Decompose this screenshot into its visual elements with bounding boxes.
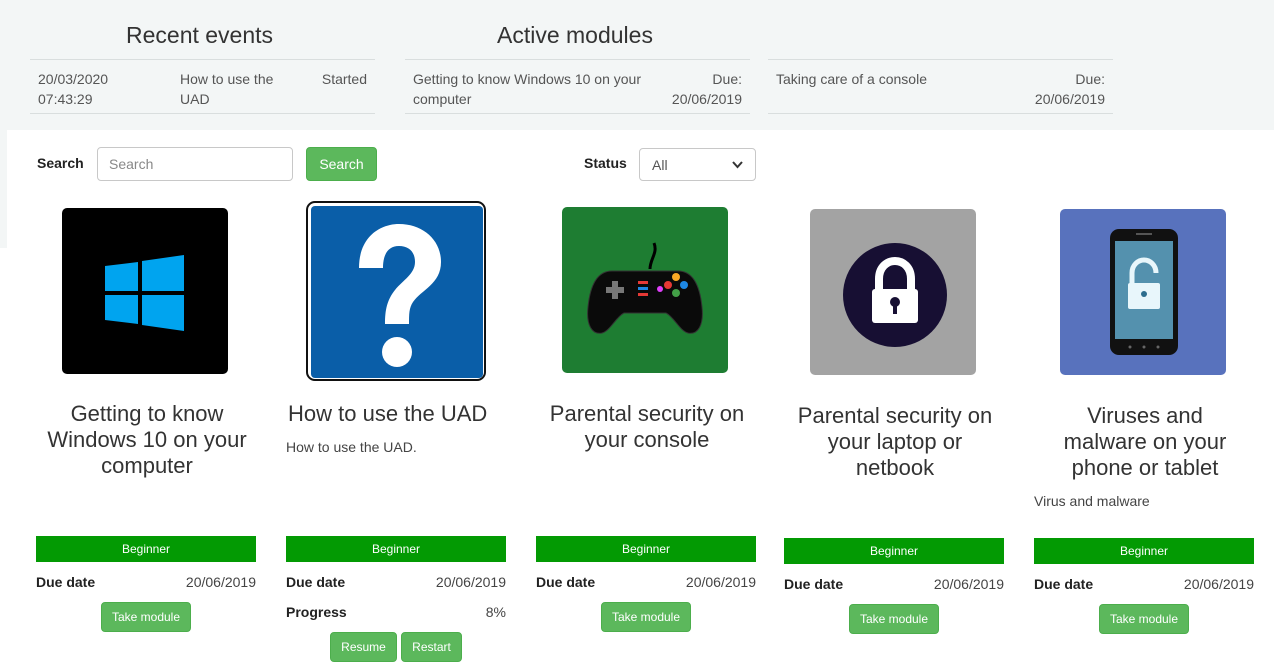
due-date-value: 20/06/2019: [685, 574, 756, 590]
take-module-button[interactable]: Take module: [101, 602, 191, 632]
active-module-due: Due: 20/06/2019: [1034, 71, 1105, 107]
due-date-label: Due date: [784, 576, 844, 592]
take-module-button[interactable]: Take module: [1099, 604, 1189, 634]
search-input[interactable]: [97, 147, 293, 181]
chevron-down-icon: [732, 160, 743, 168]
active-module-item[interactable]: Getting to know Windows 10 on your compu…: [405, 59, 750, 114]
left-edge-strip: [0, 130, 7, 248]
level-badge: Beginner: [536, 536, 756, 562]
module-title[interactable]: Getting to know Windows 10 on your compu…: [36, 401, 258, 479]
active-module-name: Getting to know Windows 10 on your compu…: [413, 71, 642, 107]
active-modules-title: Active modules: [497, 22, 653, 48]
resume-button[interactable]: Resume: [330, 632, 397, 662]
due-date-value: 20/06/2019: [1183, 576, 1254, 592]
active-module-name: Taking care of a console: [776, 71, 927, 87]
take-module-button[interactable]: Take module: [849, 604, 939, 634]
level-badge: Beginner: [286, 536, 506, 562]
progress-value: 8%: [485, 604, 506, 620]
due-date-label: Due date: [36, 574, 96, 590]
take-module-button[interactable]: Take module: [601, 602, 691, 632]
level-badge: Beginner: [784, 538, 1004, 564]
due-date-label: Due date: [1034, 576, 1094, 592]
level-badge: Beginner: [36, 536, 256, 562]
restart-button[interactable]: Restart: [401, 632, 462, 662]
level-badge: Beginner: [1034, 538, 1254, 564]
event-module-name: How to use the UAD: [180, 71, 274, 107]
active-module-item[interactable]: Taking care of a console Due: 20/06/2019: [768, 59, 1113, 114]
due-date-value: 20/06/2019: [933, 576, 1004, 592]
status-selected-value: All: [652, 156, 668, 173]
due-date-value: 20/06/2019: [185, 574, 256, 590]
due-date-label: Due date: [536, 574, 596, 590]
gamepad-icon[interactable]: [562, 207, 728, 373]
recent-events-title: Recent events: [126, 22, 274, 48]
padlock-icon[interactable]: [810, 209, 976, 375]
search-label: Search: [37, 155, 84, 171]
question-mark-icon[interactable]: [306, 201, 486, 381]
module-title[interactable]: Parental security on your laptop or netb…: [784, 403, 1006, 481]
due-date-value: 20/06/2019: [435, 574, 506, 590]
event-datetime: 20/03/2020 07:43:29: [38, 71, 109, 107]
windows-logo-icon[interactable]: [62, 208, 228, 374]
progress-label: Progress: [286, 604, 347, 620]
module-title[interactable]: Parental security on your console: [536, 401, 758, 453]
module-description: Virus and malware: [1034, 493, 1150, 509]
recent-event-item[interactable]: 20/03/2020 07:43:29 How to use the UAD S…: [30, 59, 375, 114]
status-label: Status: [584, 155, 627, 171]
module-description: How to use the UAD.: [286, 439, 417, 455]
active-module-due: Due: 20/06/2019: [671, 71, 742, 107]
status-select[interactable]: All: [639, 148, 756, 181]
module-title[interactable]: Viruses and malware on your phone or tab…: [1034, 403, 1256, 481]
module-title[interactable]: How to use the UAD: [286, 401, 508, 427]
search-button[interactable]: Search: [306, 147, 377, 181]
event-status: Started: [321, 71, 367, 87]
phone-lock-icon[interactable]: [1060, 209, 1226, 375]
due-date-label: Due date: [286, 574, 346, 590]
